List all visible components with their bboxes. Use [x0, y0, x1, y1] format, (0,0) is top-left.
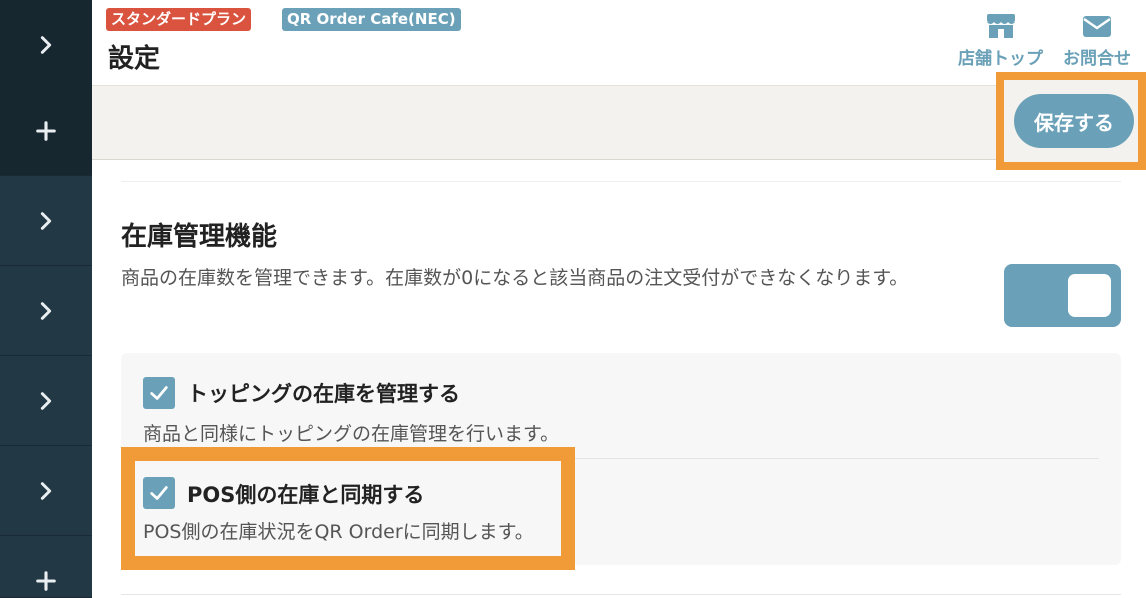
- sidebar-item-1[interactable]: [0, 176, 92, 266]
- store-top-label: 店舗トップ: [958, 49, 1043, 69]
- chevron-right-icon: [40, 35, 52, 54]
- envelope-icon: [1083, 16, 1111, 37]
- checkmark-icon: [150, 486, 168, 500]
- sidebar-item-3[interactable]: [0, 356, 92, 446]
- plan-badge: スタンダードプラン: [106, 8, 252, 31]
- topping-inventory-label: トッピングの在庫を管理する: [187, 382, 460, 406]
- sidebar: [0, 0, 92, 598]
- inventory-section-description: 商品の在庫数を管理できます。在庫数が0になると該当商品の注文受付ができなくなりま…: [121, 267, 909, 289]
- page-title: 設定: [108, 44, 161, 74]
- sidebar-add-button[interactable]: [0, 86, 92, 176]
- store-top-link[interactable]: 店舗トップ: [958, 12, 1043, 69]
- save-button[interactable]: 保存する: [1014, 94, 1134, 148]
- sidebar-add-item-button[interactable]: [0, 536, 92, 598]
- section-divider-bottom: [121, 594, 1121, 595]
- contact-link[interactable]: お問合せ: [1063, 12, 1131, 69]
- chevron-right-icon: [40, 391, 52, 410]
- section-divider: [121, 181, 1121, 182]
- sidebar-item-4[interactable]: [0, 446, 92, 536]
- pos-sync-label: POS側の在庫と同期する: [187, 483, 425, 507]
- topping-inventory-description: 商品と同様にトッピングの在庫管理を行います。: [143, 423, 560, 445]
- inventory-toggle[interactable]: [1004, 264, 1121, 327]
- topping-inventory-checkbox[interactable]: [143, 377, 175, 409]
- inventory-section-title: 在庫管理機能: [121, 222, 278, 252]
- store-badge: QR Order Cafe(NEC): [282, 8, 461, 31]
- storefront-icon: [986, 14, 1015, 38]
- action-toolbar: [92, 86, 1146, 160]
- plus-icon: [36, 571, 56, 591]
- page-header: スタンダードプラン QR Order Cafe(NEC) 設定 店舗トップ お問…: [92, 0, 1146, 86]
- sidebar-item-2[interactable]: [0, 266, 92, 356]
- plus-icon: [36, 120, 56, 141]
- chevron-right-icon: [40, 301, 52, 320]
- toggle-knob: [1068, 274, 1111, 317]
- contact-label: お問合せ: [1063, 49, 1131, 69]
- pos-sync-checkbox[interactable]: [143, 477, 175, 509]
- pos-sync-description: POS側の在庫状況をQR Orderに同期します。: [143, 521, 534, 543]
- sidebar-expand-button[interactable]: [0, 0, 92, 90]
- chevron-right-icon: [40, 481, 52, 500]
- checkmark-icon: [150, 386, 168, 400]
- chevron-right-icon: [40, 211, 52, 230]
